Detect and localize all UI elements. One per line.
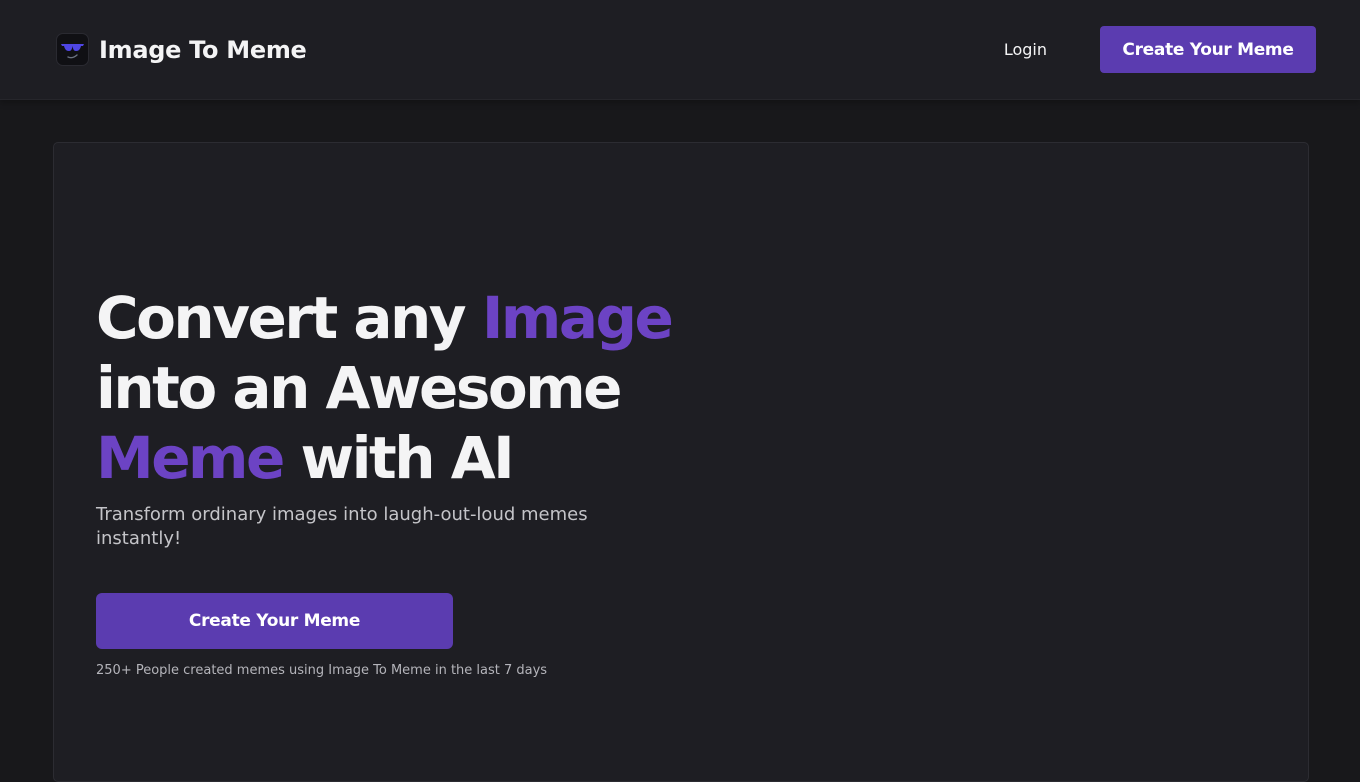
- social-proof-text: 250+ People created memes using Image To…: [96, 663, 548, 678]
- hero-create-meme-button[interactable]: Create Your Meme: [96, 593, 453, 649]
- hero-title: Convert any Image into an Awesome Meme w…: [96, 283, 696, 493]
- nav-create-meme-button[interactable]: Create Your Meme: [1100, 26, 1316, 73]
- hero-title-accent-meme: Meme: [96, 424, 285, 492]
- brand-link[interactable]: Image To Meme: [56, 33, 307, 66]
- hero-card: Convert any Image into an Awesome Meme w…: [53, 142, 1309, 782]
- brand-name: Image To Meme: [99, 35, 307, 64]
- hero-title-text: with AI: [282, 424, 515, 492]
- hero-title-text: into an Awesome: [96, 354, 623, 422]
- nav-actions: Login Create Your Meme: [1004, 26, 1316, 73]
- hero-subtitle: Transform ordinary images into laugh-out…: [96, 504, 588, 549]
- hero-title-text: Convert any: [96, 284, 482, 352]
- sunglasses-face-icon: [56, 33, 89, 66]
- top-navbar: Image To Meme Login Create Your Meme: [0, 0, 1360, 100]
- login-link[interactable]: Login: [1004, 40, 1047, 59]
- hero-title-accent-image: Image: [481, 284, 674, 352]
